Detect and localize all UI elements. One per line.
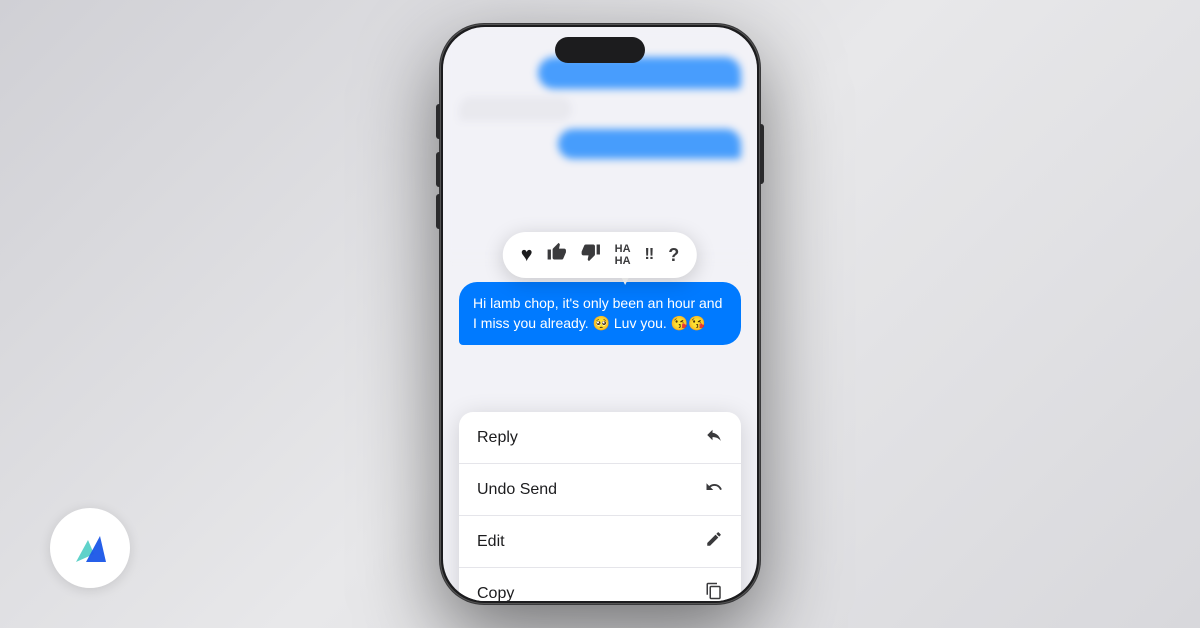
- reaction-emphasis-icon[interactable]: ‼: [645, 246, 655, 264]
- phone-screen: ♥ HAHA ‼ ? Hi lamb chop, it': [443, 27, 757, 601]
- copy-icon: [705, 582, 723, 601]
- dynamic-island: [555, 37, 645, 63]
- blurred-bubble-3: [558, 129, 741, 159]
- menu-item-edit-label: Edit: [477, 533, 505, 551]
- reaction-bar: ♥ HAHA ‼ ?: [503, 232, 697, 278]
- logo: [68, 526, 112, 570]
- menu-item-copy-label: Copy: [477, 585, 514, 602]
- undo-send-icon: [705, 478, 723, 501]
- reaction-heart-icon[interactable]: ♥: [521, 244, 533, 267]
- menu-item-reply-label: Reply: [477, 429, 518, 447]
- edit-icon: [705, 530, 723, 553]
- menu-item-copy[interactable]: Copy: [459, 568, 741, 601]
- reaction-thumbsup-icon[interactable]: [547, 242, 567, 268]
- menu-item-reply[interactable]: Reply: [459, 412, 741, 464]
- message-text: Hi lamb chop, it's only been an hour and…: [473, 295, 722, 331]
- blurred-bubble-2: [459, 97, 572, 121]
- logo-container: [50, 508, 130, 588]
- phone-frame: ♥ HAHA ‼ ? Hi lamb chop, it': [440, 24, 760, 604]
- reply-icon: [705, 426, 723, 449]
- reaction-question-icon[interactable]: ?: [668, 245, 679, 266]
- menu-item-undo-send[interactable]: Undo Send: [459, 464, 741, 516]
- menu-item-edit[interactable]: Edit: [459, 516, 741, 568]
- reaction-haha-icon[interactable]: HAHA: [615, 243, 631, 267]
- reaction-thumbsdown-icon[interactable]: [581, 242, 601, 268]
- menu-item-undo-label: Undo Send: [477, 481, 557, 499]
- alchemy-logo-icon: [68, 526, 112, 570]
- context-menu: Reply Undo Send Edit: [459, 412, 741, 601]
- message-bubble: Hi lamb chop, it's only been an hour and…: [459, 282, 741, 345]
